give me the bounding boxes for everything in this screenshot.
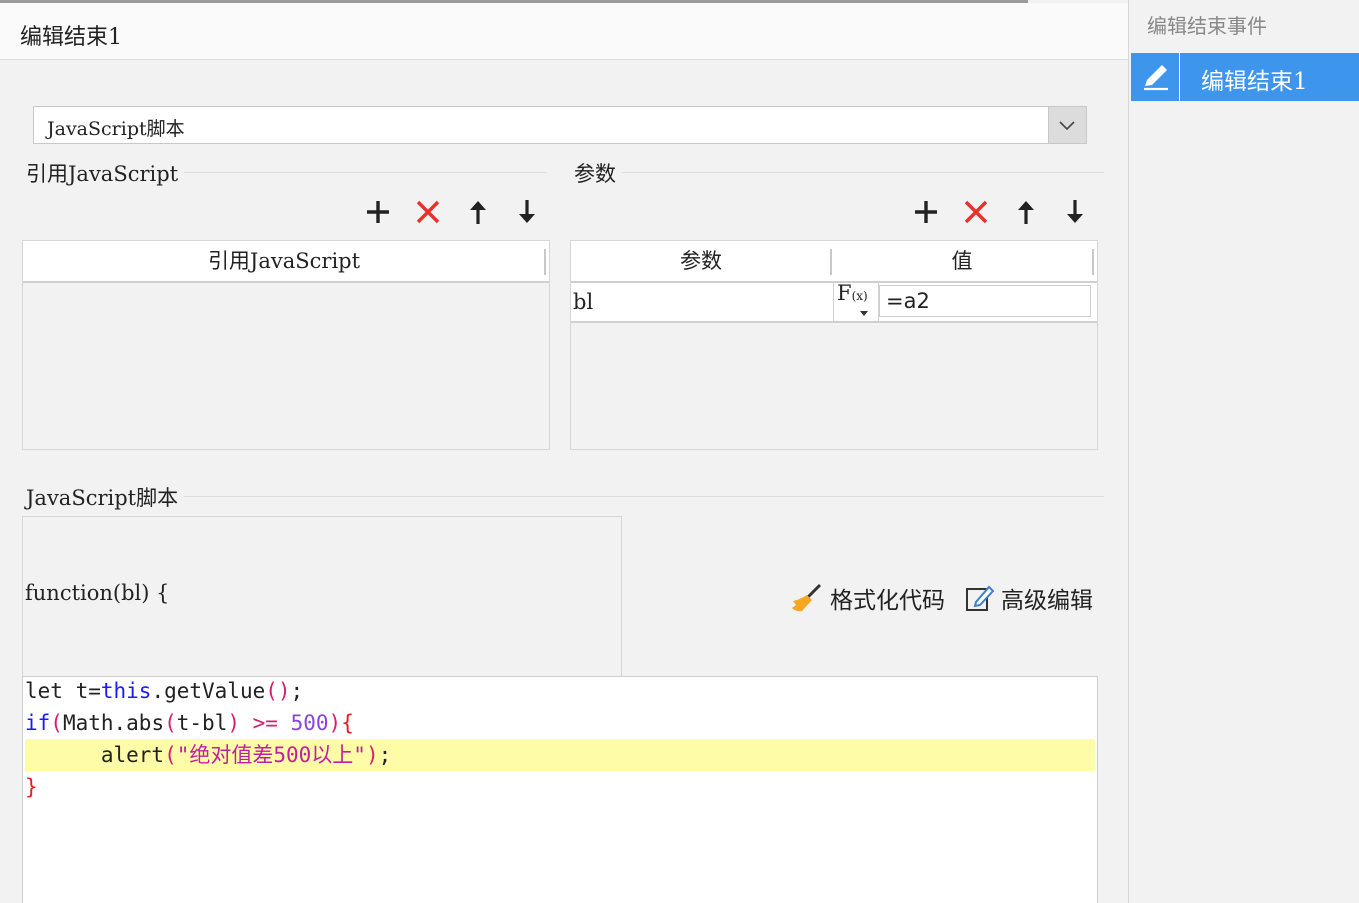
section-divider xyxy=(570,172,1104,173)
event-list-item-label: 编辑结束1 xyxy=(1201,69,1308,95)
param-name-cell[interactable]: bl xyxy=(573,283,831,321)
section-divider xyxy=(22,496,1104,497)
code-line: if(Math.abs(t-bl) >= 500){ xyxy=(25,711,354,735)
fx-icon: F(x) xyxy=(837,281,868,305)
params-table[interactable]: 参数 值 bl F(x) =a2 xyxy=(570,240,1098,450)
params-section-title: 参数 xyxy=(570,158,622,188)
ref-js-section-title: 引用JavaScript xyxy=(22,158,185,188)
code-line: let t=this.getValue(); xyxy=(25,679,304,703)
broom-icon xyxy=(792,583,822,612)
param-value-input[interactable]: =a2 xyxy=(879,285,1091,317)
param-delete-button[interactable] xyxy=(962,198,990,226)
column-separator xyxy=(544,249,546,275)
ref-js-table-header: 引用JavaScript xyxy=(23,241,549,283)
code-editor[interactable]: let t=this.getValue(); if(Math.abs(t-bl)… xyxy=(22,676,1098,903)
script-type-select[interactable]: JavaScript脚本 xyxy=(33,106,1087,144)
page-title: 编辑结束1 xyxy=(20,25,122,50)
code-line-highlighted: alert("绝对值差500以上"); xyxy=(25,739,1095,771)
up-arrow-icon xyxy=(470,201,486,224)
chevron-down-icon xyxy=(1059,121,1075,131)
down-arrow-icon xyxy=(1067,200,1083,223)
up-arrow-icon xyxy=(1018,201,1034,224)
event-editor-panel: 编辑结束1 JavaScript脚本 引用JavaScript 引用JavaSc… xyxy=(0,0,1128,903)
dropdown-button[interactable] xyxy=(1048,107,1086,143)
delete-icon xyxy=(416,200,440,224)
title-bar: 编辑结束1 xyxy=(0,3,1128,60)
event-list-header: 编辑结束事件 xyxy=(1147,14,1267,38)
param-name-column-header[interactable]: 参数 xyxy=(571,241,831,281)
param-move-down-button[interactable] xyxy=(1061,198,1089,226)
column-separator xyxy=(1092,249,1094,275)
table-row[interactable]: bl F(x) =a2 xyxy=(571,281,1097,323)
pencil-icon xyxy=(1131,53,1180,101)
format-code-button[interactable]: 格式化代码 xyxy=(790,581,955,614)
ref-js-table[interactable]: 引用JavaScript xyxy=(22,240,550,450)
format-code-label: 格式化代码 xyxy=(830,588,945,614)
params-table-header: 参数 值 xyxy=(571,241,1097,283)
column-separator xyxy=(830,249,832,275)
code-line: } xyxy=(25,775,38,799)
script-section-title: JavaScript脚本 xyxy=(22,482,185,512)
ref-js-column-header[interactable]: 引用JavaScript xyxy=(23,241,545,281)
ref-delete-button[interactable] xyxy=(414,198,442,226)
delete-icon xyxy=(964,200,988,224)
down-arrow-icon xyxy=(519,200,535,223)
ref-add-button[interactable] xyxy=(364,198,392,226)
caret-down-icon xyxy=(860,311,868,316)
ref-move-up-button[interactable] xyxy=(464,198,492,226)
param-add-button[interactable] xyxy=(912,198,940,226)
ref-move-down-button[interactable] xyxy=(513,198,541,226)
param-value-column-header[interactable]: 值 xyxy=(833,241,1091,281)
function-header-box: function(bl) { xyxy=(22,516,622,676)
script-type-value: JavaScript脚本 xyxy=(47,118,185,140)
event-list-item[interactable]: 编辑结束1 xyxy=(1131,53,1359,101)
edit-icon xyxy=(966,585,995,611)
function-signature: function(bl) { xyxy=(25,581,170,605)
add-icon xyxy=(915,201,937,223)
formula-button[interactable]: F(x) xyxy=(833,281,879,321)
advanced-edit-button[interactable]: 高级编辑 xyxy=(965,581,1100,614)
advanced-edit-label: 高级编辑 xyxy=(1001,588,1093,614)
event-list-panel: 编辑结束事件 编辑结束1 xyxy=(1128,0,1359,903)
add-icon xyxy=(367,201,389,223)
param-move-up-button[interactable] xyxy=(1012,198,1040,226)
